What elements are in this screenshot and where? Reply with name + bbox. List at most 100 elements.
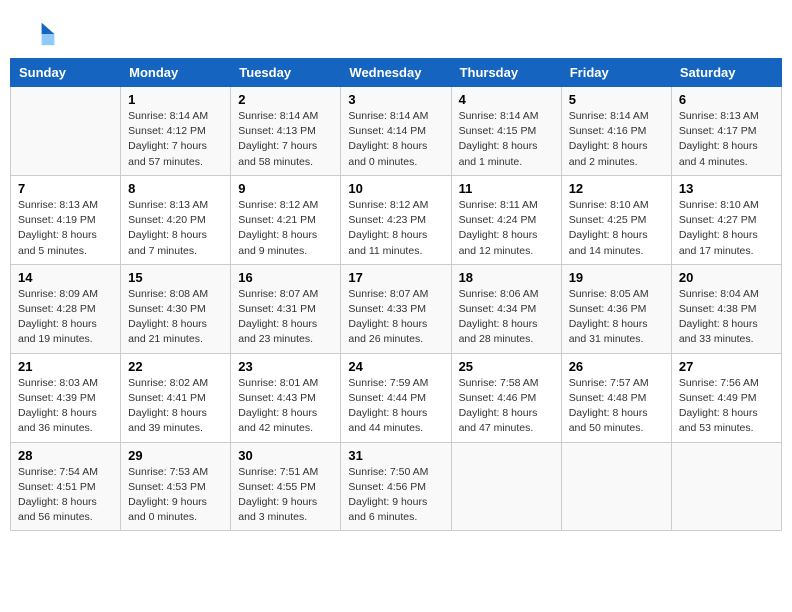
sunrise-text: Sunrise: 7:50 AM (348, 465, 443, 480)
day-detail: Sunrise: 8:01 AMSunset: 4:43 PMDaylight:… (238, 376, 333, 437)
day-detail: Sunrise: 8:08 AMSunset: 4:30 PMDaylight:… (128, 287, 223, 348)
col-friday: Friday (561, 59, 671, 87)
calendar-day-cell: 28Sunrise: 7:54 AMSunset: 4:51 PMDayligh… (11, 442, 121, 531)
sunset-text: Sunset: 4:17 PM (679, 124, 774, 139)
calendar-header-row: Sunday Monday Tuesday Wednesday Thursday… (11, 59, 782, 87)
sunrise-text: Sunrise: 8:07 AM (348, 287, 443, 302)
sunset-text: Sunset: 4:21 PM (238, 213, 333, 228)
sunrise-text: Sunrise: 8:13 AM (18, 198, 113, 213)
sunset-text: Sunset: 4:49 PM (679, 391, 774, 406)
day-number: 11 (459, 181, 554, 196)
calendar-day-cell: 5Sunrise: 8:14 AMSunset: 4:16 PMDaylight… (561, 87, 671, 176)
sunrise-text: Sunrise: 8:14 AM (128, 109, 223, 124)
day-number: 21 (18, 359, 113, 374)
day-detail: Sunrise: 8:07 AMSunset: 4:31 PMDaylight:… (238, 287, 333, 348)
sunset-text: Sunset: 4:15 PM (459, 124, 554, 139)
calendar-week-row: 1Sunrise: 8:14 AMSunset: 4:12 PMDaylight… (11, 87, 782, 176)
sunset-text: Sunset: 4:31 PM (238, 302, 333, 317)
day-detail: Sunrise: 8:09 AMSunset: 4:28 PMDaylight:… (18, 287, 113, 348)
calendar-day-cell: 26 Sunrise: 7:57 AMSunset: 4:48 PMDayligh… (561, 353, 671, 442)
calendar-week-row: 21Sunrise: 8:03 AMSunset: 4:39 PMDayligh… (11, 353, 782, 442)
day-number: 22 (128, 359, 223, 374)
daylight-text: Daylight: 8 hours and 26 minutes. (348, 317, 443, 347)
day-detail: Sunrise: 8:11 AMSunset: 4:24 PMDaylight:… (459, 198, 554, 259)
calendar-day-cell: 22Sunrise: 8:02 AMSunset: 4:41 PMDayligh… (121, 353, 231, 442)
calendar-day-cell: 20Sunrise: 8:04 AMSunset: 4:38 PMDayligh… (671, 264, 781, 353)
calendar-day-cell: 12Sunrise: 8:10 AMSunset: 4:25 PMDayligh… (561, 175, 671, 264)
calendar-day-cell: 4 Sunrise: 8:14 AMSunset: 4:15 PMDaylight… (451, 87, 561, 176)
day-number: 14 (18, 270, 113, 285)
sunset-text: Sunset: 4:36 PM (569, 302, 664, 317)
daylight-text: Daylight: 7 hours and 58 minutes. (238, 139, 333, 169)
day-detail: Sunrise: 8:13 AMSunset: 4:17 PMDaylight:… (679, 109, 774, 170)
day-number: 5 (569, 92, 664, 107)
day-detail: Sunrise: 8:10 AMSunset: 4:27 PMDaylight:… (679, 198, 774, 259)
daylight-text: Daylight: 8 hours and 28 minutes. (459, 317, 554, 347)
sunset-text: Sunset: 4:19 PM (18, 213, 113, 228)
daylight-text: Daylight: 8 hours and 31 minutes. (569, 317, 664, 347)
calendar-day-cell: 16Sunrise: 8:07 AMSunset: 4:31 PMDayligh… (231, 264, 341, 353)
sunset-text: Sunset: 4:33 PM (348, 302, 443, 317)
sunrise-text: Sunrise: 8:10 AM (679, 198, 774, 213)
daylight-text: Daylight: 8 hours and 56 minutes. (18, 495, 113, 525)
daylight-text: Daylight: 7 hours and 57 minutes. (128, 139, 223, 169)
day-number: 18 (459, 270, 554, 285)
day-number: 4 (459, 92, 554, 107)
sunset-text: Sunset: 4:14 PM (348, 124, 443, 139)
day-detail: Sunrise: 8:05 AMSunset: 4:36 PMDaylight:… (569, 287, 664, 348)
daylight-text: Daylight: 8 hours and 44 minutes. (348, 406, 443, 436)
day-detail: Sunrise: 7:57 AMSunset: 4:48 PMDaylight:… (569, 376, 664, 437)
day-number: 7 (18, 181, 113, 196)
daylight-text: Daylight: 9 hours and 0 minutes. (128, 495, 223, 525)
sunset-text: Sunset: 4:53 PM (128, 480, 223, 495)
sunset-text: Sunset: 4:20 PM (128, 213, 223, 228)
calendar-wrapper: Sunday Monday Tuesday Wednesday Thursday… (0, 58, 792, 541)
day-number: 20 (679, 270, 774, 285)
sunrise-text: Sunrise: 7:57 AM (569, 376, 664, 391)
calendar-day-cell: 8Sunrise: 8:13 AMSunset: 4:20 PMDaylight… (121, 175, 231, 264)
daylight-text: Daylight: 8 hours and 36 minutes. (18, 406, 113, 436)
day-detail: Sunrise: 8:13 AMSunset: 4:19 PMDaylight:… (18, 198, 113, 259)
sunrise-text: Sunrise: 7:54 AM (18, 465, 113, 480)
sunrise-text: Sunrise: 8:13 AM (679, 109, 774, 124)
sunrise-text: Sunrise: 7:59 AM (348, 376, 443, 391)
calendar-day-cell: 30Sunrise: 7:51 AMSunset: 4:55 PMDayligh… (231, 442, 341, 531)
calendar-week-row: 14 Sunrise: 8:09 AMSunset: 4:28 PMDayligh… (11, 264, 782, 353)
sunrise-text: Sunrise: 8:04 AM (679, 287, 774, 302)
day-detail: Sunrise: 8:07 AMSunset: 4:33 PMDaylight:… (348, 287, 443, 348)
sunrise-text: Sunrise: 8:10 AM (569, 198, 664, 213)
daylight-text: Daylight: 8 hours and 17 minutes. (679, 228, 774, 258)
daylight-text: Daylight: 8 hours and 12 minutes. (459, 228, 554, 258)
sunset-text: Sunset: 4:41 PM (128, 391, 223, 406)
day-number: 27 (679, 359, 774, 374)
sunset-text: Sunset: 4:28 PM (18, 302, 113, 317)
day-detail: Sunrise: 8:14 AMSunset: 4:14 PMDaylight:… (348, 109, 443, 170)
calendar-day-cell: 15Sunrise: 8:08 AMSunset: 4:30 PMDayligh… (121, 264, 231, 353)
day-detail: Sunrise: 8:14 AMSunset: 4:13 PMDaylight:… (238, 109, 333, 170)
day-detail: Sunrise: 7:53 AMSunset: 4:53 PMDaylight:… (128, 465, 223, 526)
sunrise-text: Sunrise: 8:14 AM (459, 109, 554, 124)
daylight-text: Daylight: 8 hours and 53 minutes. (679, 406, 774, 436)
day-number: 3 (348, 92, 443, 107)
day-detail: Sunrise: 8:14 AMSunset: 4:15 PMDaylight:… (459, 109, 554, 170)
daylight-text: Daylight: 8 hours and 0 minutes. (348, 139, 443, 169)
day-number: 26 (569, 359, 664, 374)
daylight-text: Daylight: 8 hours and 1 minute. (459, 139, 554, 169)
sunrise-text: Sunrise: 8:05 AM (569, 287, 664, 302)
daylight-text: Daylight: 9 hours and 6 minutes. (348, 495, 443, 525)
sunset-text: Sunset: 4:12 PM (128, 124, 223, 139)
sunrise-text: Sunrise: 8:06 AM (459, 287, 554, 302)
col-monday: Monday (121, 59, 231, 87)
day-detail: Sunrise: 7:54 AMSunset: 4:51 PMDaylight:… (18, 465, 113, 526)
daylight-text: Daylight: 8 hours and 14 minutes. (569, 228, 664, 258)
calendar-day-cell: 29Sunrise: 7:53 AMSunset: 4:53 PMDayligh… (121, 442, 231, 531)
sunset-text: Sunset: 4:46 PM (459, 391, 554, 406)
day-number: 23 (238, 359, 333, 374)
sunset-text: Sunset: 4:38 PM (679, 302, 774, 317)
day-number: 24 (348, 359, 443, 374)
col-saturday: Saturday (671, 59, 781, 87)
daylight-text: Daylight: 8 hours and 9 minutes. (238, 228, 333, 258)
sunset-text: Sunset: 4:55 PM (238, 480, 333, 495)
calendar-day-cell: 27Sunrise: 7:56 AMSunset: 4:49 PMDayligh… (671, 353, 781, 442)
calendar-day-cell: 10Sunrise: 8:12 AMSunset: 4:23 PMDayligh… (341, 175, 451, 264)
